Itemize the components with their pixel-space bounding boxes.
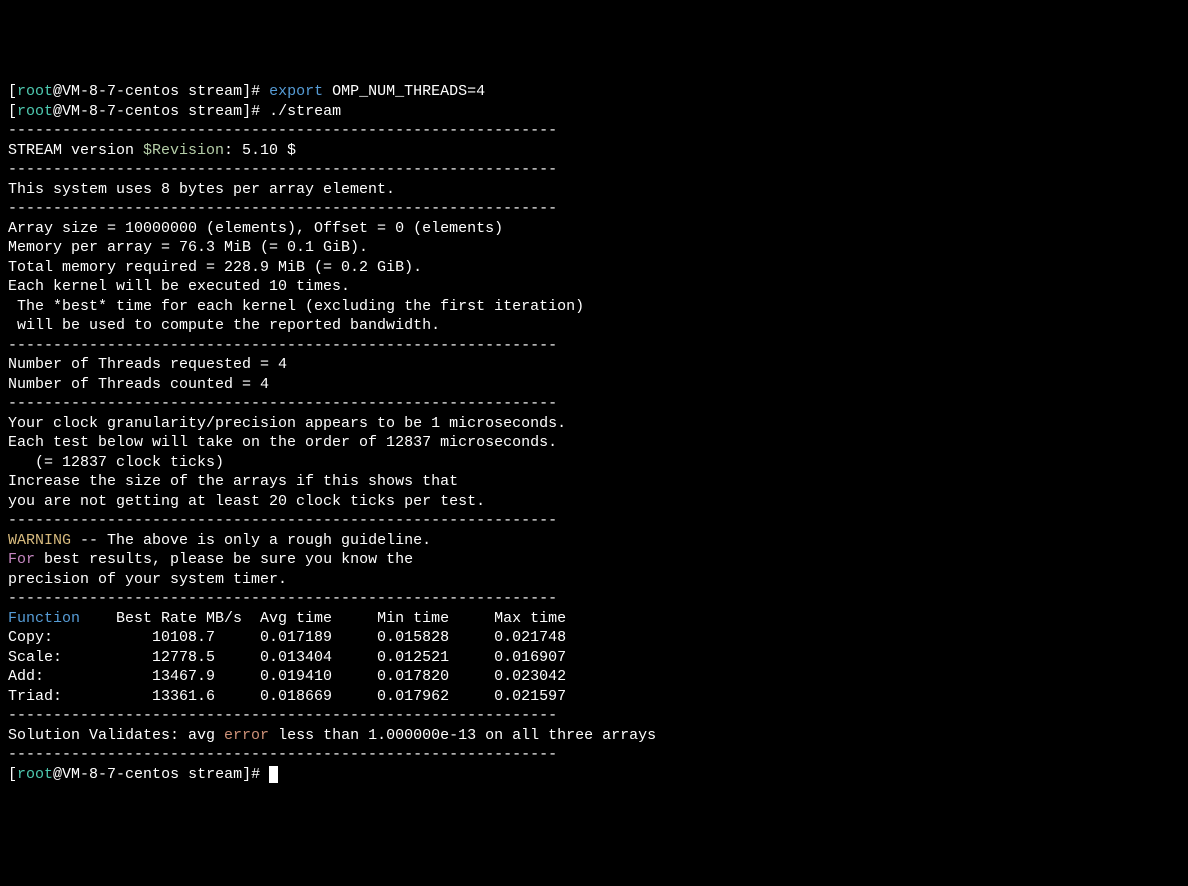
table-row: Add: 13467.9 0.019410 0.017820 0.023042: [8, 667, 1180, 687]
table-row: Triad: 13361.6 0.018669 0.017962 0.02159…: [8, 687, 1180, 707]
solution-post: less than 1.000000e-13 on all three arra…: [269, 727, 656, 744]
prompt-close: ]: [242, 766, 251, 783]
threads-requested: Number of Threads requested = 4: [8, 355, 1180, 375]
prompt-path: stream: [188, 103, 242, 120]
prompt-hash: #: [251, 766, 269, 783]
cmd-export: export: [269, 83, 323, 100]
revision-text: $Revision: [143, 142, 224, 159]
array-size: Array size = 10000000 (elements), Offset…: [8, 219, 1180, 239]
prompt-line-3: [root@VM-8-7-centos stream]#: [8, 765, 1180, 785]
prompt-hash: #: [251, 83, 269, 100]
warning-word: WARNING: [8, 532, 71, 549]
separator: ----------------------------------------…: [8, 394, 1180, 414]
clock-granularity: Your clock granularity/precision appears…: [8, 414, 1180, 434]
prompt-close: ]: [242, 103, 251, 120]
prompt-path: stream: [188, 83, 242, 100]
warning-line: WARNING -- The above is only a rough gui…: [8, 531, 1180, 551]
each-test: Each test below will take on the order o…: [8, 433, 1180, 453]
prompt-line-2: [root@VM-8-7-centos stream]# ./stream: [8, 102, 1180, 122]
cmd-export-args: OMP_NUM_THREADS=4: [323, 83, 485, 100]
version-line: STREAM version $Revision: 5.10 $: [8, 141, 1180, 161]
solution-pre: Solution Validates: avg: [8, 727, 224, 744]
kernel-exec: Each kernel will be executed 10 times.: [8, 277, 1180, 297]
separator: ----------------------------------------…: [8, 160, 1180, 180]
prompt-at: @: [53, 83, 62, 100]
version-pre: STREAM version: [8, 142, 143, 159]
total-memory: Total memory required = 228.9 MiB (= 0.2…: [8, 258, 1180, 278]
prompt-at: @: [53, 766, 62, 783]
cursor[interactable]: [269, 766, 278, 783]
separator: ----------------------------------------…: [8, 706, 1180, 726]
system-bytes: This system uses 8 bytes per array eleme…: [8, 180, 1180, 200]
for-word: For: [8, 551, 35, 568]
cmd-stream: ./stream: [269, 103, 341, 120]
prompt-host: VM-8-7-centos: [62, 83, 179, 100]
prompt-host: VM-8-7-centos: [62, 103, 179, 120]
prompt-close: ]: [242, 83, 251, 100]
for-line: For best results, please be sure you kno…: [8, 550, 1180, 570]
separator: ----------------------------------------…: [8, 511, 1180, 531]
solution-line: Solution Validates: avg error less than …: [8, 726, 1180, 746]
threads-counted: Number of Threads counted = 4: [8, 375, 1180, 395]
prompt-open: [: [8, 103, 17, 120]
separator: ----------------------------------------…: [8, 336, 1180, 356]
prompt-hash: #: [251, 103, 269, 120]
separator: ----------------------------------------…: [8, 589, 1180, 609]
prompt-open: [: [8, 83, 17, 100]
prompt-line-1: [root@VM-8-7-centos stream]# export OMP_…: [8, 82, 1180, 102]
error-word: error: [224, 727, 269, 744]
prompt-user: root: [17, 103, 53, 120]
increase-2: you are not getting at least 20 clock ti…: [8, 492, 1180, 512]
terminal-output[interactable]: [root@VM-8-7-centos stream]# export OMP_…: [8, 82, 1180, 784]
separator: ----------------------------------------…: [8, 199, 1180, 219]
function-header: Function: [8, 610, 80, 627]
prompt-at: @: [53, 103, 62, 120]
prompt-user: root: [17, 766, 53, 783]
prompt-open: [: [8, 766, 17, 783]
for-rest: best results, please be sure you know th…: [35, 551, 413, 568]
prompt-space: [179, 103, 188, 120]
prompt-user: root: [17, 83, 53, 100]
prompt-host: VM-8-7-centos: [62, 766, 179, 783]
table-row: Scale: 12778.5 0.013404 0.012521 0.01690…: [8, 648, 1180, 668]
best-time-1: The *best* time for each kernel (excludi…: [8, 297, 1180, 317]
table-header-rest: Best Rate MB/s Avg time Min time Max tim…: [80, 610, 566, 627]
increase-1: Increase the size of the arrays if this …: [8, 472, 1180, 492]
prompt-space: [179, 766, 188, 783]
warning-rest: -- The above is only a rough guideline.: [71, 532, 431, 549]
version-post: : 5.10 $: [224, 142, 296, 159]
table-row: Copy: 10108.7 0.017189 0.015828 0.021748: [8, 628, 1180, 648]
clock-ticks: (= 12837 clock ticks): [8, 453, 1180, 473]
separator: ----------------------------------------…: [8, 745, 1180, 765]
separator: ----------------------------------------…: [8, 121, 1180, 141]
memory-per-array: Memory per array = 76.3 MiB (= 0.1 GiB).: [8, 238, 1180, 258]
prompt-path: stream: [188, 766, 242, 783]
table-header: Function Best Rate MB/s Avg time Min tim…: [8, 609, 1180, 629]
prompt-space: [179, 83, 188, 100]
best-time-2: will be used to compute the reported ban…: [8, 316, 1180, 336]
precision-line: precision of your system timer.: [8, 570, 1180, 590]
